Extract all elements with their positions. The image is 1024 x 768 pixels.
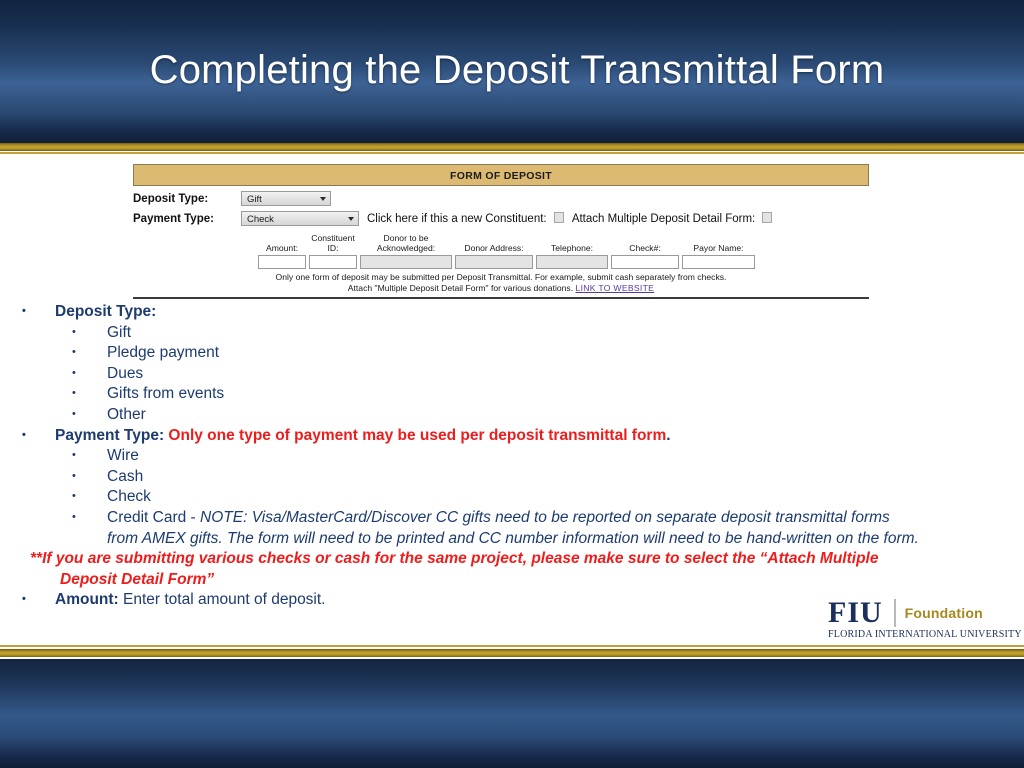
form-fields-grid: Amount: Constituent ID: Donor to be Acknow…	[258, 232, 869, 269]
new-constituent-label: Click here if this a new Constituent:	[367, 213, 547, 225]
red-warning-line-1: **If you are submitting various checks o…	[30, 550, 879, 568]
form-field-input	[455, 255, 533, 269]
form-field-input[interactable]	[611, 255, 679, 269]
bullet-content: Deposit Type: Gift Pledge payment Dues G…	[0, 301, 1024, 611]
fiu-foundation-logo: FIU Foundation FLORIDA INTERNATIONAL UNI…	[828, 598, 1022, 644]
form-note: Only one form of deposit may be submitte…	[133, 272, 869, 294]
bullet-cash: Cash	[0, 466, 1024, 488]
form-field-column: Check#:	[611, 232, 679, 269]
form-note-line-2-text: Attach "Multiple Deposit Detail Form" fo…	[347, 283, 576, 293]
deposit-type-value: Gift	[247, 194, 262, 205]
bullet-gifts-from-events-label: Gifts from events	[107, 385, 225, 403]
form-note-line-2: Attach "Multiple Deposit Detail Form" fo…	[133, 283, 869, 294]
form-note-line-1: Only one form of deposit may be submitte…	[275, 272, 727, 282]
bullet-check-label: Check	[107, 488, 151, 506]
form-field-header: Amount:	[265, 243, 298, 253]
logo-divider	[893, 599, 896, 627]
form-field-header: Telephone:	[550, 243, 594, 253]
deposit-type-select[interactable]: Gift	[241, 191, 331, 206]
bullet-amount-text: Enter total amount of deposit.	[118, 591, 326, 609]
credit-card-note-line-1: NOTE: Visa/MasterCard/Discover CC gifts …	[200, 508, 890, 526]
gold-hairline-bottom	[0, 645, 1024, 647]
gold-divider-top	[0, 143, 1024, 151]
red-warning: **If you are submitting various checks o…	[0, 549, 1024, 590]
bullet-pledge-payment-label: Pledge payment	[107, 344, 220, 362]
new-constituent-field: Click here if this a new Constituent:	[367, 212, 564, 225]
payment-type-value: Check	[247, 214, 274, 225]
fiu-wordmark: FIU	[828, 596, 883, 629]
credit-card-note-line-2: from AMEX gifts. The form will need to b…	[107, 529, 919, 547]
red-warning-line-2: Deposit Detail Form”	[60, 570, 215, 588]
deposit-form: FORM OF DEPOSIT Deposit Type: Gift Payme…	[133, 164, 869, 299]
form-field-column: Donor to be Acknowledged:	[360, 232, 452, 269]
payment-type-row: Payment Type: Check Click here if this a…	[133, 211, 869, 226]
form-field-header: Donor to be Acknowledged:	[376, 233, 436, 253]
footer-band	[0, 659, 1024, 768]
form-field-header: Donor Address:	[464, 243, 524, 253]
gold-divider-bottom	[0, 649, 1024, 657]
logo-top-row: FIU Foundation	[828, 598, 1014, 628]
bullet-check: Check	[0, 486, 1024, 508]
bullet-gifts-from-events: Gifts from events	[0, 383, 1024, 405]
form-field-input	[360, 255, 452, 269]
deposit-type-label: Deposit Type:	[133, 192, 209, 205]
bullet-dues-label: Dues	[107, 364, 144, 382]
form-field-input	[536, 255, 608, 269]
bullet-credit-card-label: Credit Card -	[107, 508, 201, 526]
form-field-column: Payor Name:	[682, 232, 755, 269]
bullet-credit-card: Credit Card - NOTE: Visa/MasterCard/Disc…	[0, 507, 1024, 549]
form-field-input[interactable]	[258, 255, 306, 269]
website-link[interactable]: LINK TO WEBSITE	[576, 283, 655, 293]
bullet-wire: Wire	[0, 445, 1024, 467]
bullet-deposit-type: Deposit Type:	[0, 301, 1024, 323]
bullet-dues: Dues	[0, 363, 1024, 385]
form-field-input[interactable]	[682, 255, 755, 269]
bullet-payment-type: Payment Type: Only one type of payment m…	[0, 425, 1024, 447]
university-name: FLORIDA INTERNATIONAL UNIVERSITY	[828, 629, 1022, 640]
gold-hairline-top	[0, 152, 1024, 154]
deposit-type-row: Deposit Type: Gift	[133, 191, 869, 206]
bullet-other-label: Other	[107, 405, 146, 423]
new-constituent-checkbox[interactable]	[553, 212, 564, 223]
payment-type-select[interactable]: Check	[241, 211, 359, 226]
attach-multiple-checkbox[interactable]	[762, 212, 773, 223]
bullet-wire-label: Wire	[107, 447, 139, 465]
bullet-other: Other	[0, 404, 1024, 426]
payment-type-warning: Only one type of payment may be used per…	[168, 426, 667, 444]
bullet-amount-label: Amount:	[55, 591, 119, 609]
attach-multiple-field: Attach Multiple Deposit Detail Form:	[572, 212, 773, 225]
bullet-gift-label: Gift	[107, 323, 132, 341]
page-title: Completing the Deposit Transmittal Form	[149, 48, 885, 92]
bullet-gift: Gift	[0, 322, 1024, 344]
chevron-down-icon	[348, 216, 354, 221]
bullet-pledge-payment: Pledge payment	[0, 342, 1024, 364]
payment-type-warning-period: .	[666, 426, 671, 444]
form-field-input[interactable]	[309, 255, 357, 269]
bullet-cash-label: Cash	[107, 467, 144, 485]
form-field-header: Payor Name:	[693, 243, 744, 253]
attach-multiple-label: Attach Multiple Deposit Detail Form:	[571, 213, 756, 225]
form-field-column: Amount:	[258, 232, 306, 269]
form-field-header: Constituent ID:	[311, 233, 355, 253]
form-field-column: Telephone:	[536, 232, 608, 269]
form-field-column: Constituent ID:	[309, 232, 357, 269]
form-field-column: Donor Address:	[455, 232, 533, 269]
payment-type-label: Payment Type:	[133, 212, 214, 225]
form-field-header: Check#:	[629, 243, 661, 253]
bullet-deposit-type-label: Deposit Type:	[55, 303, 157, 320]
form-bottom-rule	[133, 297, 869, 299]
foundation-label: Foundation	[904, 605, 983, 621]
bullet-payment-type-label: Payment Type:	[55, 426, 165, 444]
chevron-down-icon	[320, 196, 326, 201]
form-header-bar: FORM OF DEPOSIT	[133, 164, 869, 186]
slide: Completing the Deposit Transmittal Form …	[0, 0, 1024, 768]
